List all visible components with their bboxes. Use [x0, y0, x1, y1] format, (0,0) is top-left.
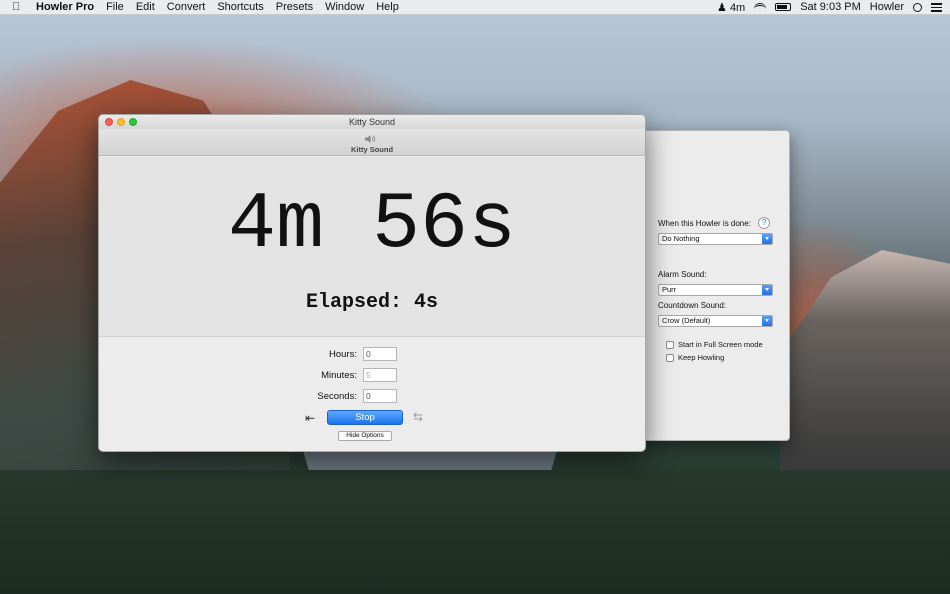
menu-bar:  Howler Pro File Edit Convert Shortcuts… [0, 0, 950, 15]
reset-icon[interactable]: ⇤ [305, 411, 315, 425]
menu-app-name[interactable]: Howler Pro [36, 1, 94, 13]
alarm-select[interactable]: Purr [658, 284, 773, 296]
close-button[interactable] [105, 118, 113, 126]
menu-shortcuts[interactable]: Shortcuts [217, 1, 263, 13]
howler-status-item[interactable]: ♟ 4m [717, 1, 745, 14]
countdown-sound-select[interactable]: Crow (Default) [658, 315, 773, 327]
seconds-row: Seconds: 0 [99, 389, 645, 405]
title-bar[interactable]: Kitty Sound [99, 115, 645, 129]
hours-row: Hours: 0 [99, 347, 645, 363]
desktop-forest [0, 470, 950, 594]
minutes-label: Minutes: [321, 370, 357, 381]
menu-clock[interactable]: Sat 9:03 PM [800, 1, 861, 13]
hours-input[interactable]: 0 [363, 347, 397, 361]
toolbar: Kitty Sound [99, 129, 645, 156]
checkbox-box [666, 340, 674, 349]
countdown-sound-value: Crow (Default) [662, 316, 711, 325]
done-select[interactable]: Do Nothing [658, 233, 773, 245]
hide-options-button[interactable]: Hide Options [338, 431, 392, 441]
stop-button[interactable]: Stop [327, 410, 403, 425]
countdown-sound-label: Countdown Sound: [658, 301, 727, 310]
menu-presets[interactable]: Presets [276, 1, 313, 13]
menu-user[interactable]: Howler [870, 1, 904, 13]
main-window: Kitty Sound Kitty Sound 4m 56s Elapsed: … [98, 114, 646, 452]
zoom-button[interactable] [129, 118, 137, 126]
fullscreen-checkbox-label: Start in Full Screen mode [678, 340, 763, 349]
minutes-input[interactable]: 5 [363, 368, 397, 382]
minimize-button[interactable] [117, 118, 125, 126]
alarm-label: Alarm Sound: [658, 270, 707, 279]
howler-status-icon: ♟ [717, 1, 727, 14]
chevron-down-icon [762, 285, 772, 295]
menu-file[interactable]: File [106, 1, 124, 13]
elapsed-display: Elapsed: 4s [305, 291, 439, 314]
apple-icon[interactable]:  [12, 1, 24, 13]
seconds-input[interactable]: 0 [363, 389, 397, 403]
chevron-down-icon [762, 316, 772, 326]
keep-howling-checkbox-label: Keep Howling [678, 353, 725, 362]
countdown-display: 4m 56s [227, 180, 517, 271]
help-icon[interactable]: ? [758, 217, 770, 229]
options-window: When this Howler is done: ? Do Nothing A… [641, 130, 790, 441]
hours-label: Hours: [329, 349, 357, 360]
menu-window[interactable]: Window [325, 1, 364, 13]
fullscreen-checkbox[interactable]: Start in Full Screen mode [666, 340, 763, 349]
timer-display: 4m 56s Elapsed: 4s [99, 157, 645, 337]
menu-bar-status-area: ♟ 4m Sat 9:03 PM Howler [708, 1, 942, 14]
menu-edit[interactable]: Edit [136, 1, 155, 13]
wifi-icon[interactable] [754, 2, 767, 12]
done-label: When this Howler is done: [658, 219, 751, 228]
seconds-label: Seconds: [317, 391, 357, 402]
done-select-value: Do Nothing [662, 234, 700, 243]
list-icon[interactable] [931, 2, 942, 12]
search-icon[interactable] [913, 2, 922, 12]
howler-status-time: 4m [729, 1, 746, 14]
alarm-select-value: Purr [662, 285, 677, 294]
repeat-icon[interactable]: ⇆ [413, 410, 423, 424]
checkbox-box [666, 353, 674, 362]
toolbar-sound-label: Kitty Sound [350, 145, 394, 154]
minutes-row: Minutes: 5 [99, 368, 645, 384]
menu-convert[interactable]: Convert [167, 1, 206, 13]
battery-icon[interactable] [775, 3, 792, 11]
keep-howling-checkbox[interactable]: Keep Howling [666, 353, 724, 362]
chevron-down-icon [762, 234, 772, 244]
menu-help[interactable]: Help [376, 1, 399, 13]
window-title: Kitty Sound [348, 117, 396, 127]
speaker-icon[interactable] [364, 134, 376, 144]
